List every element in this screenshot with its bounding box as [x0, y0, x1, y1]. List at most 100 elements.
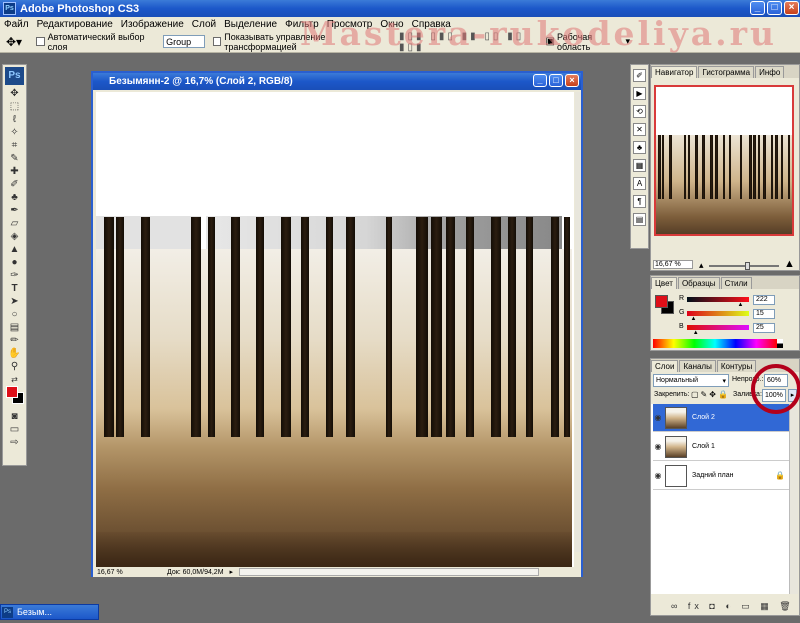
tab-info[interactable]: Инфо — [755, 66, 785, 78]
visibility-eye-icon[interactable]: ◉ — [653, 471, 663, 480]
menu-layer[interactable]: Слой — [192, 19, 216, 30]
menu-help[interactable]: Справка — [412, 19, 451, 30]
doc-zoom-readout[interactable]: 16,67 % — [97, 569, 125, 576]
tab-channels[interactable]: Каналы — [679, 360, 716, 372]
auto-select-checkbox[interactable] — [36, 37, 45, 46]
clone-source-icon[interactable]: ♣ — [633, 141, 646, 154]
channel-value-field[interactable]: 25 — [753, 323, 775, 333]
move-tool-preset-icon[interactable]: ✥▾ — [6, 35, 22, 49]
layer-name[interactable]: Слой 2 — [692, 414, 715, 421]
screen-mode-icon[interactable]: ▭ — [5, 423, 24, 436]
tab-swatches[interactable]: Образцы — [677, 277, 720, 289]
layers-footer-buttons[interactable]: ∞ fx ◘ ◐ ▭ ▦ 🗑 — [671, 601, 795, 612]
layer-comps-icon[interactable]: ▦ — [633, 159, 646, 172]
lasso-tool-icon[interactable]: ℓ — [5, 113, 24, 126]
brushes-panel-icon[interactable]: ✐ — [633, 69, 646, 82]
blend-mode-dropdown[interactable]: Нормальный ▾ — [653, 374, 729, 387]
canvas[interactable] — [96, 92, 574, 569]
color-spectrum-bar[interactable] — [653, 339, 777, 348]
black-white-swatch[interactable] — [777, 339, 783, 348]
auto-select-dropdown[interactable]: Group — [163, 35, 205, 48]
history-panel-icon[interactable]: ⟲ — [633, 105, 646, 118]
visibility-eye-icon[interactable]: ◉ — [653, 413, 663, 422]
menu-filter[interactable]: Фильтр — [285, 19, 319, 30]
tab-color[interactable]: Цвет — [651, 277, 677, 289]
channel-slider-thumb[interactable]: ▲ — [737, 302, 743, 308]
doc-minimize-button[interactable]: _ — [533, 74, 547, 87]
layer-row[interactable]: ◉ Слой 1 — [653, 433, 789, 461]
brush-tool-icon[interactable]: ✐ — [5, 178, 24, 191]
imageready-icon[interactable]: ⇨ — [5, 436, 24, 449]
tab-navigator[interactable]: Навигатор — [651, 66, 698, 78]
magic-wand-tool-icon[interactable]: ✧ — [5, 126, 24, 139]
minimized-document[interactable]: Безым... — [0, 604, 99, 620]
info-panel-icon[interactable]: ▤ — [633, 213, 646, 226]
dodge-tool-icon[interactable]: ● — [5, 256, 24, 269]
menu-select[interactable]: Выделение — [224, 19, 277, 30]
vertical-scrollbar[interactable] — [575, 92, 581, 552]
layer-row[interactable]: ◉ Задний план 🔒 — [653, 462, 789, 490]
show-transform-checkbox[interactable] — [212, 37, 222, 46]
type-tool-icon[interactable]: T — [5, 282, 24, 295]
zoom-out-icon[interactable]: ▴ — [699, 261, 704, 270]
bridge-icon[interactable]: ▣ — [545, 36, 554, 47]
menu-window[interactable]: Окно — [380, 19, 403, 30]
visibility-eye-icon[interactable]: ◉ — [653, 442, 663, 451]
layer-name[interactable]: Слой 1 — [692, 443, 715, 450]
tab-styles[interactable]: Стили — [720, 277, 752, 289]
slice-tool-icon[interactable]: ✎ — [5, 152, 24, 165]
channel-slider-thumb[interactable]: ▲ — [690, 316, 696, 322]
foreground-color-swatch[interactable] — [6, 386, 18, 398]
channel-slider[interactable]: ▲ — [687, 297, 749, 308]
channel-value-field[interactable]: 222 — [753, 295, 775, 305]
quick-mask-icon[interactable]: ◙ — [5, 410, 24, 423]
tab-paths[interactable]: Контуры — [716, 360, 757, 372]
navigator-zoom-slider[interactable] — [709, 262, 779, 270]
eyedropper-tool-icon[interactable]: ✏ — [5, 334, 24, 347]
workspace-arrow-icon[interactable]: ▾ — [625, 36, 630, 47]
notes-tool-icon[interactable]: ▤ — [5, 321, 24, 334]
blur-tool-icon[interactable]: ▲ — [5, 243, 24, 256]
gradient-tool-icon[interactable]: ◈ — [5, 230, 24, 243]
tab-histogram[interactable]: Гистограмма — [698, 66, 755, 78]
horizontal-scrollbar[interactable] — [239, 568, 540, 576]
stamp-tool-icon[interactable]: ♣ — [5, 191, 24, 204]
menu-view[interactable]: Просмотр — [327, 19, 373, 30]
zoom-in-icon[interactable]: ▲ — [784, 259, 795, 270]
healing-brush-icon[interactable]: ✚ — [5, 165, 24, 178]
pen-tool-icon[interactable]: ✑ — [5, 269, 24, 282]
menu-edit[interactable]: Редактирование — [37, 19, 113, 30]
history-brush-icon[interactable]: ✒ — [5, 204, 24, 217]
path-select-icon[interactable]: ➤ — [5, 295, 24, 308]
lock-icons[interactable]: ▢✎✥🔒 — [691, 390, 730, 399]
status-menu-arrow-icon[interactable]: ▸ — [230, 568, 234, 576]
menu-image[interactable]: Изображение — [121, 19, 184, 30]
channel-slider[interactable]: ▲ — [687, 325, 749, 336]
navigator-preview[interactable] — [654, 85, 794, 236]
workspace-label[interactable]: Рабочая область — [557, 32, 624, 52]
actions-panel-icon[interactable]: ▶ — [633, 87, 646, 100]
tool-presets-icon[interactable]: ✕ — [633, 123, 646, 136]
doc-maximize-button[interactable]: □ — [549, 74, 563, 87]
navigator-zoom-field[interactable]: 16,67 % — [653, 260, 693, 269]
color-foreground-swatch[interactable] — [655, 295, 668, 308]
marquee-tool-icon[interactable]: ⬚ — [5, 100, 24, 113]
tab-layers[interactable]: Слои — [651, 360, 679, 372]
swap-colors-icon[interactable]: ⇄ — [5, 373, 24, 386]
layers-scrollbar[interactable] — [789, 404, 798, 594]
move-tool-icon[interactable]: ✥ — [5, 87, 24, 100]
menu-file[interactable]: Файл — [4, 19, 29, 30]
maximize-button[interactable]: □ — [767, 1, 782, 15]
shape-tool-icon[interactable]: ○ — [5, 308, 24, 321]
layer-name[interactable]: Задний план — [692, 472, 733, 479]
zoom-tool-icon[interactable]: ⚲ — [5, 360, 24, 373]
document-title-bar[interactable]: Безымянн-2 @ 16,7% (Слой 2, RGB/8) — [93, 73, 581, 90]
channel-value-field[interactable]: 15 — [753, 309, 775, 319]
doc-close-button[interactable]: × — [565, 74, 579, 87]
character-panel-icon[interactable]: A — [633, 177, 646, 190]
hand-tool-icon[interactable]: ✋ — [5, 347, 24, 360]
color-swatches[interactable] — [5, 386, 24, 410]
crop-tool-icon[interactable]: ⌗ — [5, 139, 24, 152]
eraser-tool-icon[interactable]: ▱ — [5, 217, 24, 230]
channel-slider-thumb[interactable]: ▲ — [693, 330, 699, 336]
